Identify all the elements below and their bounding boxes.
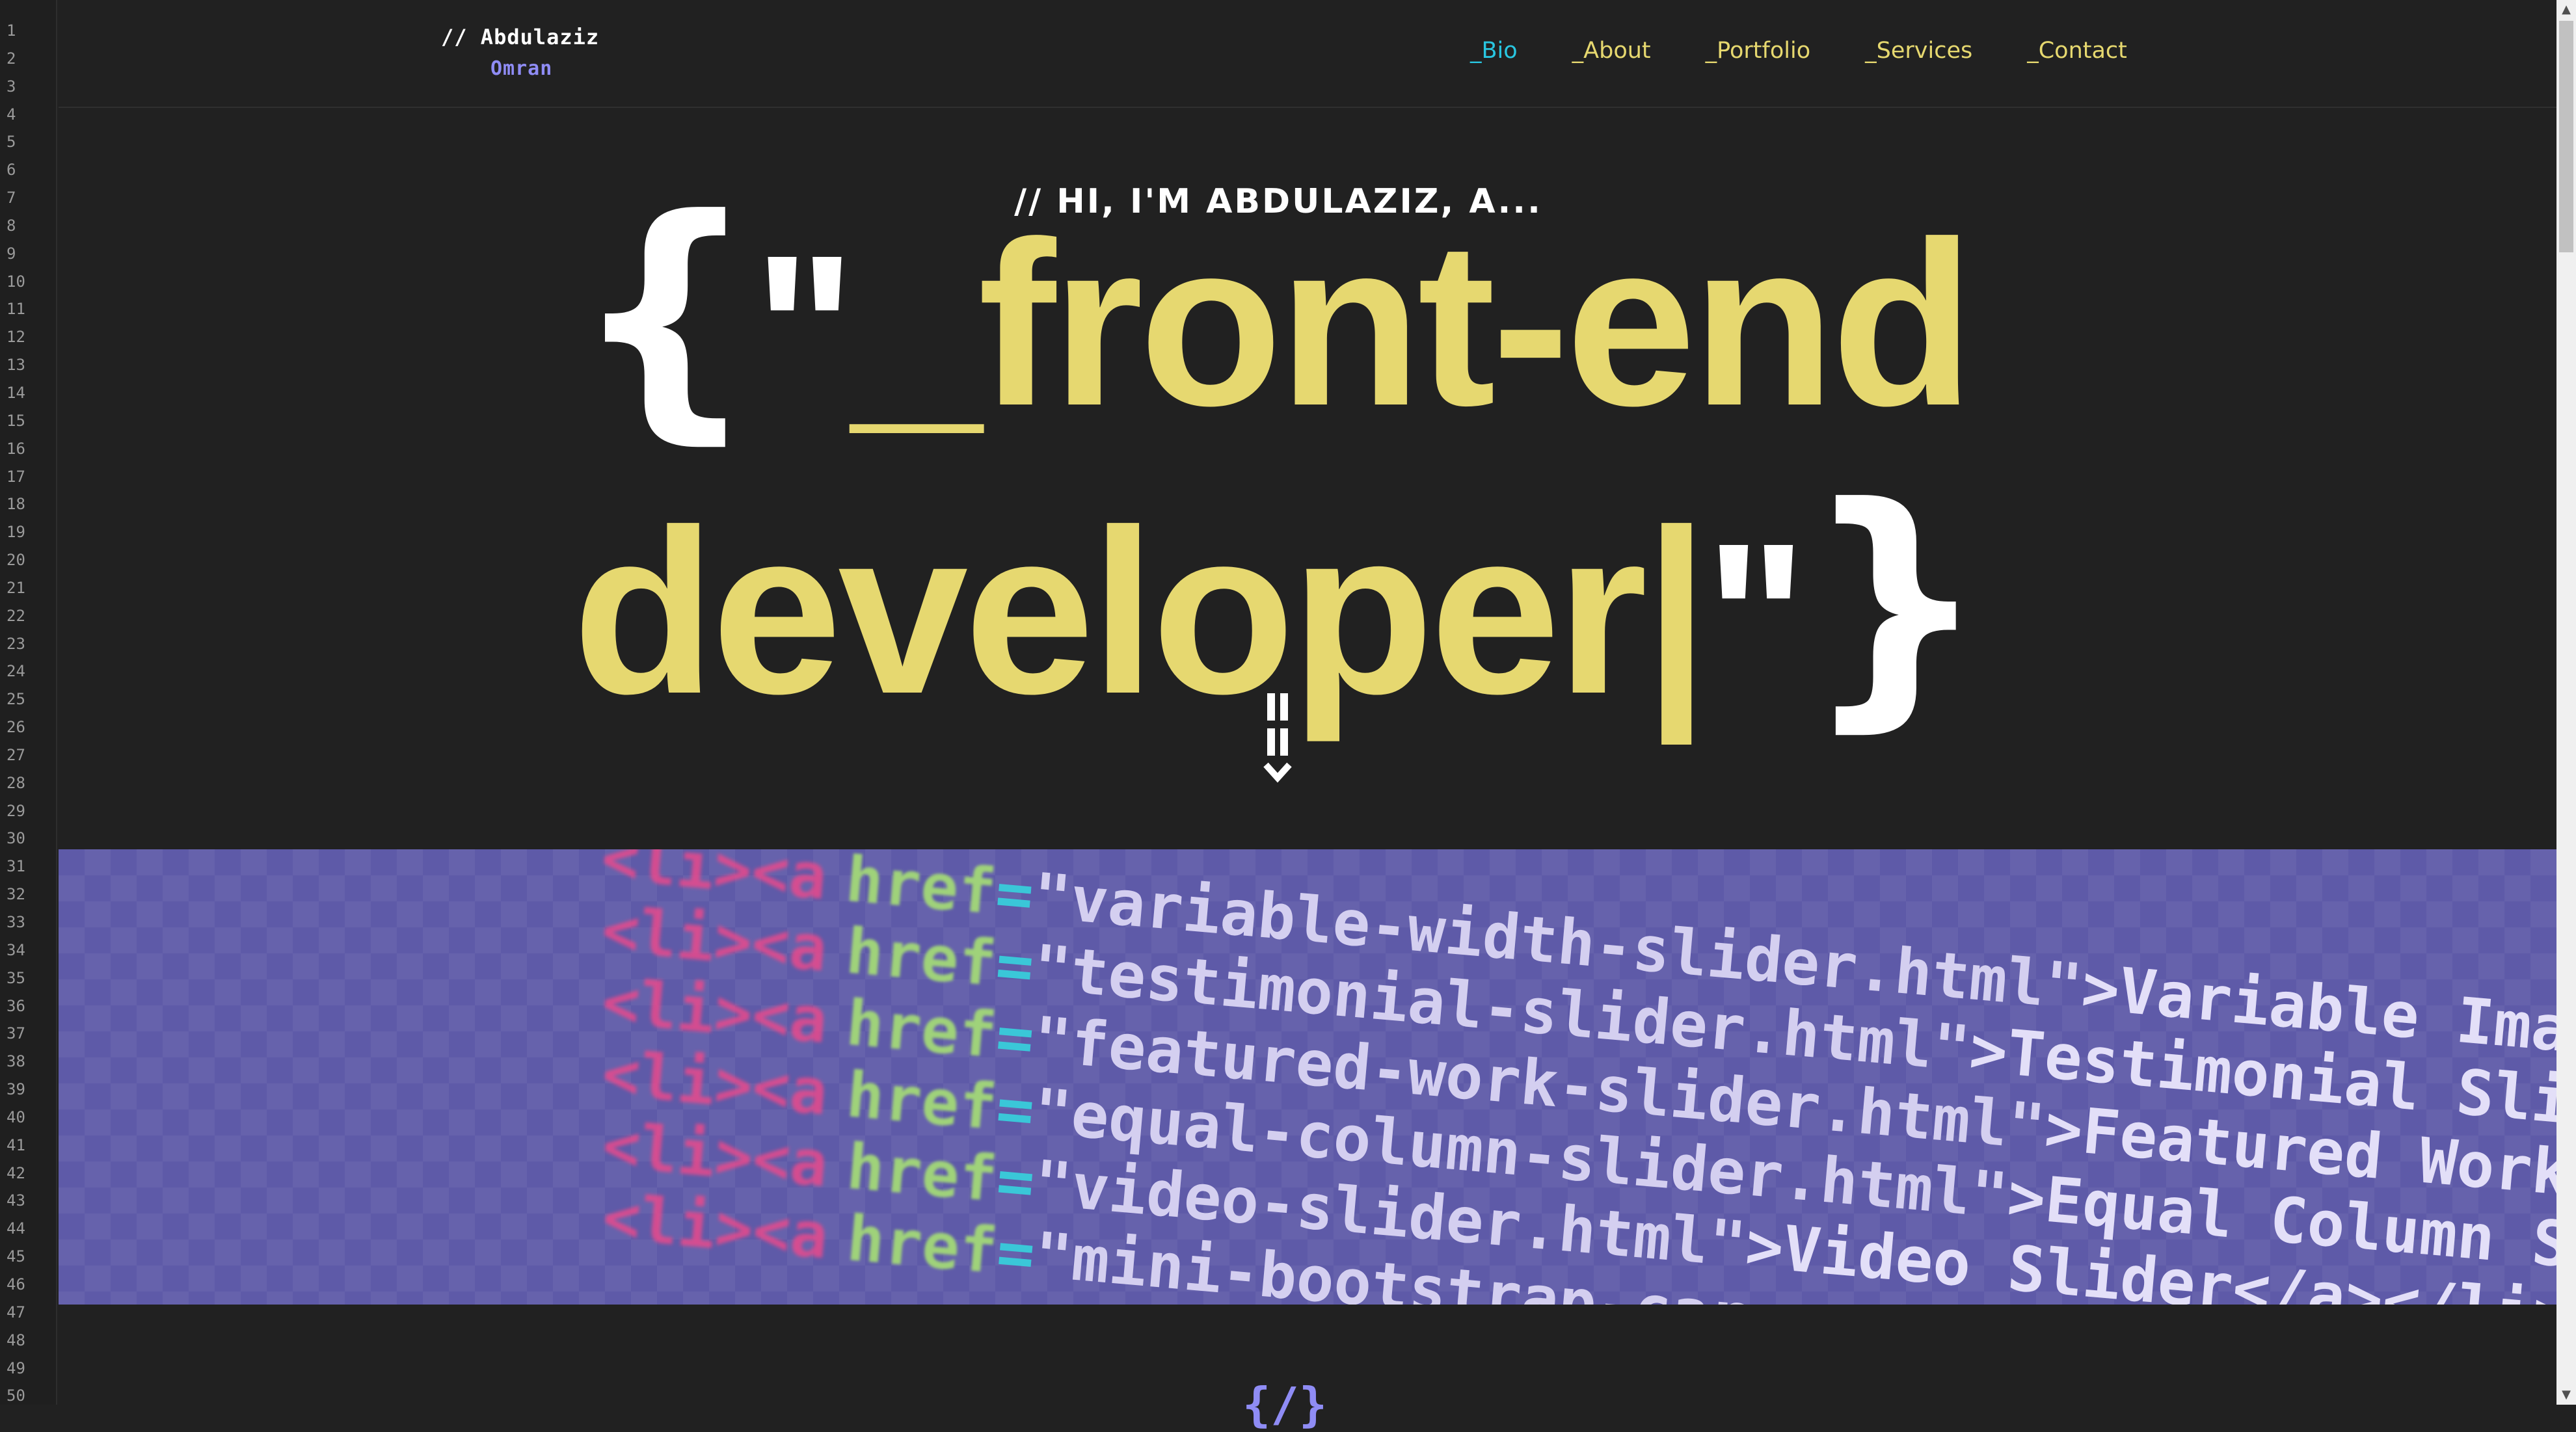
- line-number: 25: [7, 690, 25, 709]
- line-number: 40: [7, 1107, 25, 1126]
- line-number: 32: [7, 885, 25, 904]
- scroll-up-arrow-icon[interactable]: ▲: [2556, 0, 2576, 20]
- main-nav: _Bio _About _Portfolio _Services _Contac…: [1470, 38, 2127, 64]
- line-number: 10: [7, 272, 25, 291]
- line-number: 47: [7, 1303, 25, 1321]
- line-number: 4: [7, 105, 16, 124]
- hero-word-developer: developer: [572, 481, 1648, 743]
- close-brace: }: [1803, 452, 1989, 754]
- line-number: 22: [7, 606, 25, 625]
- line-number: 33: [7, 913, 25, 931]
- line-number: 20: [7, 551, 25, 570]
- line-number: 42: [7, 1163, 25, 1182]
- line-number: 21: [7, 578, 25, 597]
- line-number: 9: [7, 244, 16, 263]
- line-number: 26: [7, 718, 25, 737]
- nav-services[interactable]: _Services: [1865, 38, 1972, 64]
- page-scrollbar[interactable]: ▲ ▼: [2556, 0, 2576, 1405]
- line-number: 49: [7, 1359, 25, 1377]
- line-number: 6: [7, 161, 16, 179]
- nav-portfolio[interactable]: _Portfolio: [1706, 38, 1810, 64]
- line-number: 5: [7, 133, 16, 152]
- line-number: 13: [7, 356, 25, 375]
- line-number: 11: [7, 300, 25, 319]
- line-number: 45: [7, 1247, 25, 1266]
- line-number: 23: [7, 634, 25, 653]
- code-attr: href: [844, 1202, 1000, 1288]
- open-quote: ": [753, 210, 855, 450]
- code-eq: =: [993, 927, 1037, 1004]
- code-glyph-icon: {/}: [1242, 1377, 1328, 1432]
- line-number: 19: [7, 523, 25, 542]
- nav-bio[interactable]: _Bio: [1470, 38, 1518, 64]
- line-number: 41: [7, 1135, 25, 1154]
- line-number: 29: [7, 801, 25, 820]
- line-number: 46: [7, 1275, 25, 1293]
- code-eq: =: [993, 1215, 1038, 1292]
- line-number: 18: [7, 495, 25, 514]
- code-eq: =: [993, 856, 1037, 932]
- line-number: 12: [7, 328, 25, 347]
- line-number: 48: [7, 1331, 25, 1349]
- line-number: 31: [7, 857, 25, 876]
- open-brace: {: [572, 164, 758, 466]
- line-number: 35: [7, 968, 25, 987]
- hero-word-front-end: _front-end: [852, 193, 1974, 455]
- hero-title-line-2: developer | "}: [572, 473, 2069, 791]
- line-number: 14: [7, 383, 25, 402]
- line-number: 30: [7, 829, 25, 848]
- typing-cursor: |: [1643, 481, 1710, 743]
- line-number: 3: [7, 77, 16, 96]
- line-number: 38: [7, 1052, 25, 1071]
- line-number: 2: [7, 49, 16, 68]
- scrollbar-thumb[interactable]: [2559, 21, 2573, 252]
- line-number: 44: [7, 1219, 25, 1238]
- scroll-down-icon[interactable]: [1263, 693, 1292, 791]
- nav-about[interactable]: _About: [1572, 38, 1651, 64]
- line-number: 50: [7, 1386, 25, 1405]
- line-number: 16: [7, 439, 25, 458]
- line-number: 24: [7, 662, 25, 681]
- close-quote: ": [1705, 498, 1806, 738]
- line-number: 37: [7, 1024, 25, 1043]
- nav-contact[interactable]: _Contact: [2027, 38, 2127, 64]
- line-number: 15: [7, 411, 25, 430]
- site-header: // Abdulaziz Omran _Bio _About _Portfoli…: [59, 0, 2556, 108]
- hero-title: {" _front-end developer | "}: [572, 185, 2069, 791]
- code-eq: =: [993, 1143, 1038, 1219]
- line-number: 43: [7, 1191, 25, 1210]
- line-number: 28: [7, 773, 25, 792]
- line-number: 27: [7, 745, 25, 764]
- line-number: 36: [7, 996, 25, 1015]
- brand-line-2: Omran: [490, 57, 553, 80]
- code-eq: =: [993, 1071, 1038, 1148]
- line-number: 17: [7, 467, 25, 486]
- brand-line-1: // Abdulaziz: [441, 25, 600, 49]
- code-banner-image: <li><a href="variable-width-slider.html">…: [59, 849, 2556, 1305]
- line-number: 39: [7, 1080, 25, 1099]
- brand-logo[interactable]: // Abdulaziz Omran: [441, 25, 599, 80]
- scroll-down-arrow-icon[interactable]: ▼: [2556, 1385, 2576, 1405]
- code-eq: =: [993, 1000, 1038, 1076]
- line-number: 1: [7, 21, 16, 40]
- line-number: 34: [7, 940, 25, 959]
